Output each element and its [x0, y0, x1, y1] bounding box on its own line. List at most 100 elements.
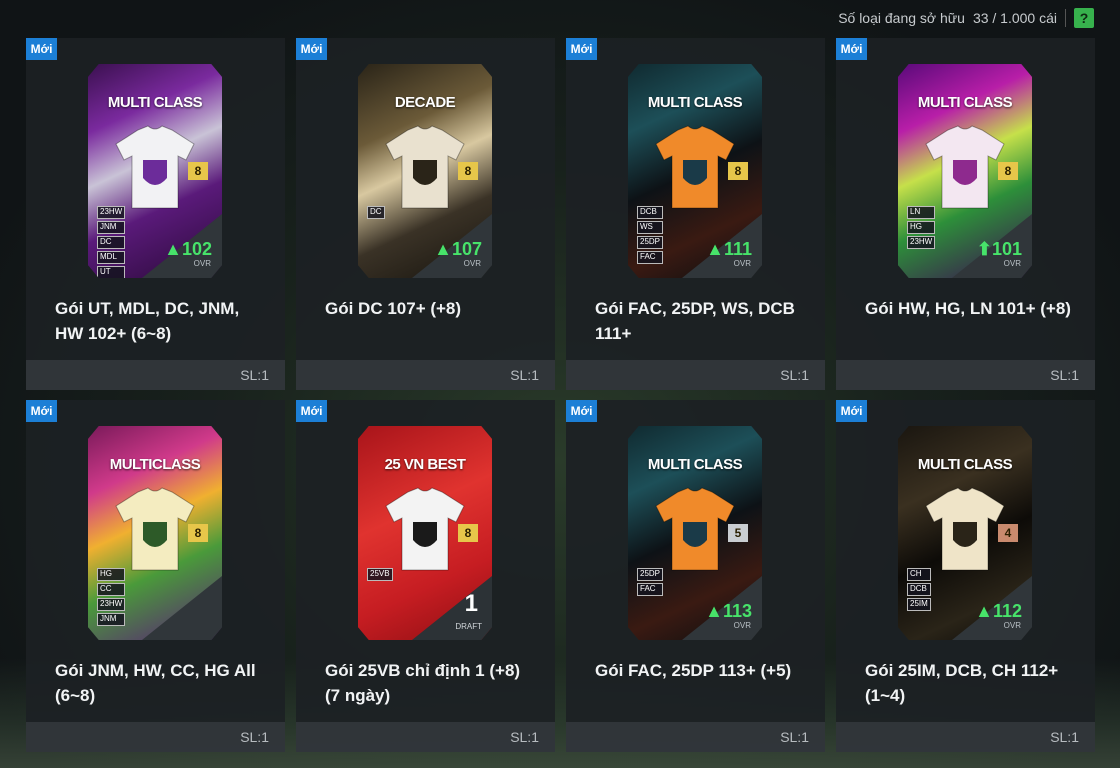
pack-quantity: SL:1: [240, 729, 269, 745]
season-tag: JNM: [97, 221, 126, 234]
ovr-label: OVR: [1003, 621, 1021, 630]
season-tag: 23HW: [97, 206, 126, 219]
pack-quantity: SL:1: [240, 367, 269, 383]
divider: [1065, 9, 1066, 27]
season-tag: CC: [97, 583, 126, 596]
season-tags: DCB WS 25DP FAC: [637, 206, 664, 264]
pack-tile[interactable]: Mới MULTICLASS 8 HG CC 23HW JNM Gói JNM, HW, CC…: [26, 400, 285, 752]
upgrade-level: 8: [458, 162, 478, 180]
season-tag: JNM: [97, 613, 126, 626]
ovr-value: ▲113: [705, 601, 752, 621]
season-tags: 25DP FAC: [637, 568, 664, 596]
upgrade-level: 5: [728, 524, 748, 542]
season-tag: WS: [637, 221, 664, 234]
card-title: MULTI CLASS: [917, 456, 1013, 473]
pack-tile[interactable]: Mới 25 VN BEST 8 25VB 1 DRAFT Gói 25VB chỉ địn…: [296, 400, 555, 752]
season-tags: 23HW JNM DC MDL UT: [97, 206, 126, 278]
pack-footer: SL:1: [26, 722, 285, 752]
pack-tile[interactable]: Mới MULTI CLASS 8 LN HG 23HW ⬆101 OVR Gói HW, HG…: [836, 38, 1095, 390]
ovr-label: OVR: [463, 259, 481, 268]
season-tags: CH DCB 25IM: [907, 568, 931, 611]
pack-name: Gói HW, HG, LN 101+ (+8): [865, 299, 1071, 318]
season-tag: DCB: [907, 583, 931, 596]
ovr-label: OVR: [733, 621, 751, 630]
ovr-value: ▲112: [975, 601, 1022, 621]
pack-quantity: SL:1: [780, 367, 809, 383]
ovr-label: OVR: [193, 259, 211, 268]
season-tag: FAC: [637, 251, 664, 264]
new-badge: Mới: [26, 38, 57, 60]
ovr-value: ⬆101: [976, 239, 1022, 259]
pack-card-image: DECADE 8 DC ▲107 OVR: [358, 64, 492, 278]
pack-card-image: 25 VN BEST 8 25VB 1 DRAFT: [358, 426, 492, 640]
pack-quantity: SL:1: [510, 729, 539, 745]
pack-card-image: MULTICLASS 8 HG CC 23HW JNM: [88, 426, 222, 640]
pack-footer: SL:1: [566, 360, 825, 390]
season-tag: 25DP: [637, 236, 664, 249]
draft-label: DRAFT: [455, 622, 482, 631]
pack-card-image: MULTI CLASS 8 LN HG 23HW ⬆101 OVR: [898, 64, 1032, 278]
season-tag: LN: [907, 206, 936, 219]
pack-tile[interactable]: Mới MULTI CLASS 4 CH DCB 25IM ▲112 OVR Gói 25IM,…: [836, 400, 1095, 752]
ovr-label: OVR: [1003, 259, 1021, 268]
pack-footer: SL:1: [296, 360, 555, 390]
season-tag: 23HW: [907, 236, 936, 249]
pack-footer: SL:1: [836, 722, 1095, 752]
pack-card-image: MULTI CLASS 5 25DP FAC ▲113 OVR: [628, 426, 762, 640]
jersey-icon: [655, 125, 735, 209]
new-badge: Mới: [566, 400, 597, 422]
season-tags: LN HG 23HW: [907, 206, 936, 249]
pack-name: Gói 25VB chỉ định 1 (+8) (7 ngày): [325, 661, 521, 705]
pack-quantity: SL:1: [510, 367, 539, 383]
pack-footer: SL:1: [296, 722, 555, 752]
pack-footer: SL:1: [836, 360, 1095, 390]
pack-tile[interactable]: Mới MULTI CLASS 5 25DP FAC ▲113 OVR Gói FAC, 25…: [566, 400, 825, 752]
jersey-icon: [385, 125, 465, 209]
card-title: MULTI CLASS: [647, 94, 743, 111]
season-tags: DC: [367, 206, 385, 219]
pack-grid: Mới MULTI CLASS 8 23HW JNM DC MDL UT ▲102 OVR Gói …: [26, 38, 1095, 752]
card-title: DECADE: [394, 94, 456, 111]
card-title: 25 VN BEST: [384, 456, 466, 473]
season-tag: DCB: [637, 206, 664, 219]
card-title: MULTICLASS: [109, 456, 201, 473]
ovr-label: OVR: [733, 259, 751, 268]
season-tag: FAC: [637, 583, 664, 596]
help-button[interactable]: ?: [1074, 8, 1094, 28]
pack-tile[interactable]: Mới DECADE 8 DC ▲107 OVR Gói DC 107+ (+8) SL:1: [296, 38, 555, 390]
pack-card-image: MULTI CLASS 8 DCB WS 25DP FAC ▲111 OVR: [628, 64, 762, 278]
season-tag: HG: [907, 221, 936, 234]
pack-footer: SL:1: [26, 360, 285, 390]
new-badge: Mới: [296, 38, 327, 60]
pack-name: Gói DC 107+ (+8): [325, 299, 462, 318]
upgrade-level: 4: [998, 524, 1018, 542]
season-tag: DC: [97, 236, 126, 249]
inventory-header: Số loại đang sở hữu 33 / 1.000 cái ?: [838, 6, 1094, 30]
season-tag: CH: [907, 568, 931, 581]
pack-inventory-screen: Số loại đang sở hữu 33 / 1.000 cái ? Mới…: [0, 0, 1120, 768]
season-tag: DC: [367, 206, 385, 219]
season-tag: 23HW: [97, 598, 126, 611]
pack-tile[interactable]: Mới MULTI CLASS 8 DCB WS 25DP FAC ▲111 OVR Gói FA…: [566, 38, 825, 390]
pack-name: Gói 25IM, DCB, CH 112+ (1~4): [865, 661, 1059, 705]
season-tag: HG: [97, 568, 126, 581]
jersey-icon: [925, 125, 1005, 209]
card-title: MULTI CLASS: [917, 94, 1013, 111]
pack-card-image: MULTI CLASS 8 23HW JNM DC MDL UT ▲102 OVR: [88, 64, 222, 278]
upgrade-level: 8: [458, 524, 478, 542]
season-tag: 25DP: [637, 568, 664, 581]
new-badge: Mới: [836, 400, 867, 422]
pack-quantity: SL:1: [1050, 367, 1079, 383]
new-badge: Mới: [836, 38, 867, 60]
ovr-value: ▲111: [706, 239, 752, 259]
season-tag: 25VB: [367, 568, 393, 581]
card-title: MULTI CLASS: [647, 456, 743, 473]
season-tag: UT: [97, 266, 126, 278]
pack-name: Gói JNM, HW, CC, HG All (6~8): [55, 661, 256, 705]
pack-quantity: SL:1: [780, 729, 809, 745]
pack-card-image: MULTI CLASS 4 CH DCB 25IM ▲112 OVR: [898, 426, 1032, 640]
pack-tile[interactable]: Mới MULTI CLASS 8 23HW JNM DC MDL UT ▲102 OVR Gói …: [26, 38, 285, 390]
owned-count: 33 / 1.000 cái: [972, 10, 1057, 26]
pack-footer: SL:1: [566, 722, 825, 752]
upgrade-level: 8: [998, 162, 1018, 180]
